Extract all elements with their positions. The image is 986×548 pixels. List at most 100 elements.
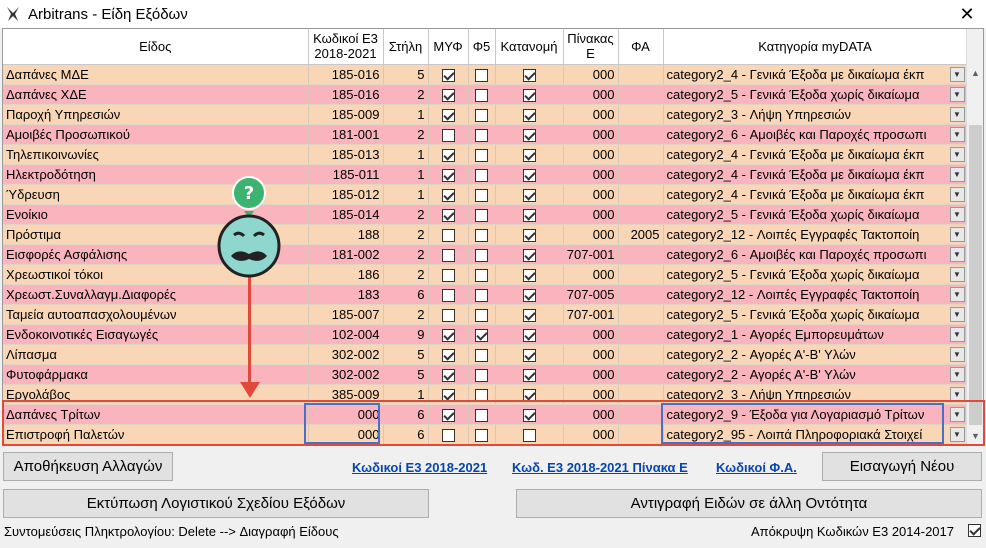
category-cell[interactable]: category2_1 - Αγορές Εμπορευμάτων ▼ xyxy=(663,324,968,345)
eidos-cell[interactable]: Επιστροφή Παλετών xyxy=(3,424,309,445)
fa-cell[interactable] xyxy=(618,364,664,385)
myf-checkbox[interactable] xyxy=(441,68,455,82)
chevron-down-icon[interactable]: ▼ xyxy=(949,166,965,182)
myf-checkbox[interactable] xyxy=(441,228,455,242)
stili-cell[interactable]: 2 xyxy=(383,204,429,225)
pinakas-cell[interactable]: 707-001 xyxy=(563,244,619,265)
chevron-down-icon[interactable]: ▼ xyxy=(949,86,965,102)
stili-cell[interactable]: 1 xyxy=(383,384,429,405)
eidos-cell[interactable]: Λίπασμα xyxy=(3,344,309,365)
category-cell[interactable]: category2_12 - Λοιπές Εγγραφές Τακτοποίη… xyxy=(663,224,968,245)
f5-checkbox[interactable] xyxy=(475,148,488,162)
code-cell[interactable]: 385-009 xyxy=(308,384,384,405)
chevron-down-icon[interactable]: ▼ xyxy=(949,266,965,282)
katanomi-checkbox[interactable] xyxy=(522,248,536,262)
category-cell[interactable]: category2_5 - Γενικά Έξοδα χωρίς δικαίωμ… xyxy=(663,304,968,325)
chevron-down-icon[interactable]: ▼ xyxy=(949,346,965,362)
code-cell[interactable]: 185-016 xyxy=(308,64,384,85)
category-cell[interactable]: category2_4 - Γενικά Έξοδα με δικαίωμα έ… xyxy=(663,64,968,85)
katanomi-checkbox[interactable] xyxy=(522,328,536,342)
f5-checkbox[interactable] xyxy=(475,368,488,382)
fa-cell[interactable] xyxy=(618,264,664,285)
chevron-down-icon[interactable]: ▼ xyxy=(949,66,965,82)
myf-checkbox[interactable] xyxy=(441,88,455,102)
copy-types-button[interactable]: Αντιγραφή Ειδών σε άλλη Οντότητα xyxy=(516,489,982,518)
category-cell[interactable]: category2_5 - Γενικά Έξοδα χωρίς δικαίωμ… xyxy=(663,204,968,225)
header-col-code[interactable]: Κωδικοί Ε3 2018-2021 xyxy=(308,29,384,65)
code-cell[interactable]: 000 xyxy=(308,424,384,445)
myf-checkbox[interactable] xyxy=(441,348,455,362)
table-row[interactable]: Εισφορές Ασφάλισης 181-002 2 707-001 categor… xyxy=(3,244,968,265)
eidos-cell[interactable]: Ταμεία αυτοαπασχολουμένων xyxy=(3,304,309,325)
f5-checkbox[interactable] xyxy=(475,328,488,342)
code-cell[interactable]: 188 xyxy=(308,224,384,245)
eidos-cell[interactable]: Αμοιβές Προσωπικού xyxy=(3,124,309,145)
f5-checkbox[interactable] xyxy=(475,428,488,442)
code-cell[interactable]: 185-009 xyxy=(308,104,384,125)
header-col-pinakas[interactable]: Πίνακας Ε xyxy=(563,29,619,65)
pinakas-cell[interactable]: 000 xyxy=(563,364,619,385)
pinakas-cell[interactable]: 000 xyxy=(563,224,619,245)
pinakas-cell[interactable]: 000 xyxy=(563,264,619,285)
katanomi-checkbox[interactable] xyxy=(522,308,536,322)
stili-cell[interactable]: 2 xyxy=(383,124,429,145)
stili-cell[interactable]: 1 xyxy=(383,104,429,125)
fa-cell[interactable] xyxy=(618,424,664,445)
category-cell[interactable]: category2_5 - Γενικά Έξοδα χωρίς δικαίωμ… xyxy=(663,84,968,105)
katanomi-checkbox[interactable] xyxy=(522,348,536,362)
fa-cell[interactable] xyxy=(618,104,664,125)
f5-checkbox[interactable] xyxy=(475,108,488,122)
table-row[interactable]: Αμοιβές Προσωπικού 181-001 2 000 category2_6… xyxy=(3,124,968,145)
code-cell[interactable]: 185-014 xyxy=(308,204,384,225)
katanomi-checkbox[interactable] xyxy=(522,368,536,382)
pinakas-cell[interactable]: 707-001 xyxy=(563,304,619,325)
stili-cell[interactable]: 1 xyxy=(383,144,429,165)
pinakas-cell[interactable]: 000 xyxy=(563,344,619,365)
katanomi-checkbox[interactable] xyxy=(522,428,536,442)
table-row[interactable]: Δαπάνες ΜΔΕ 185-016 5 000 category2_4 - Γενι… xyxy=(3,64,968,85)
category-cell[interactable]: category2_9 - Έξοδα για Λογαριασμό Τρίτω… xyxy=(663,404,968,425)
chevron-down-icon[interactable]: ▼ xyxy=(949,286,965,302)
myf-checkbox[interactable] xyxy=(441,268,455,282)
chevron-down-icon[interactable]: ▼ xyxy=(949,306,965,322)
myf-checkbox[interactable] xyxy=(441,288,455,302)
stili-cell[interactable]: 5 xyxy=(383,64,429,85)
fa-cell[interactable] xyxy=(618,304,664,325)
header-col-fa[interactable]: ΦΑ xyxy=(618,29,664,65)
f5-checkbox[interactable] xyxy=(475,308,488,322)
table-row[interactable]: Λίπασμα 302-002 5 000 category2_2 - Αγορές Α… xyxy=(3,344,968,365)
f5-checkbox[interactable] xyxy=(475,128,488,142)
print-chart-button[interactable]: Εκτύπωση Λογιστικού Σχεδίου Εξόδων xyxy=(3,489,429,518)
code-cell[interactable]: 185-013 xyxy=(308,144,384,165)
f5-checkbox[interactable] xyxy=(475,88,488,102)
f5-checkbox[interactable] xyxy=(475,228,488,242)
code-cell[interactable]: 185-007 xyxy=(308,304,384,325)
pinakas-cell[interactable]: 000 xyxy=(563,104,619,125)
katanomi-checkbox[interactable] xyxy=(522,268,536,282)
f5-checkbox[interactable] xyxy=(475,168,488,182)
category-cell[interactable]: category2_3 - Λήψη Υπηρεσιών ▼ xyxy=(663,104,968,125)
fa-cell[interactable] xyxy=(618,84,664,105)
myf-checkbox[interactable] xyxy=(441,368,455,382)
fa-cell[interactable] xyxy=(618,344,664,365)
eidos-cell[interactable]: Παροχή Υπηρεσιών xyxy=(3,104,309,125)
category-cell[interactable]: category2_2 - Αγορές Α'-Β' Υλών ▼ xyxy=(663,364,968,385)
code-cell[interactable]: 302-002 xyxy=(308,364,384,385)
code-cell[interactable]: 185-011 xyxy=(308,164,384,185)
katanomi-checkbox[interactable] xyxy=(522,128,536,142)
header-col-f5[interactable]: Φ5 xyxy=(468,29,496,65)
stili-cell[interactable]: 6 xyxy=(383,404,429,425)
katanomi-checkbox[interactable] xyxy=(522,208,536,222)
stili-cell[interactable]: 5 xyxy=(383,364,429,385)
category-cell[interactable]: category2_3 - Λήψη Υπηρεσιών ▼ xyxy=(663,384,968,405)
category-cell[interactable]: category2_5 - Γενικά Έξοδα χωρίς δικαίωμ… xyxy=(663,264,968,285)
table-row[interactable]: Φυτοφάρμακα 302-002 5 000 category2_2 - Αγορ… xyxy=(3,364,968,385)
table-row[interactable]: Χρεωστ.Συναλλαγμ.Διαφορές 183 6 707-005 cate… xyxy=(3,284,968,305)
myf-checkbox[interactable] xyxy=(441,188,455,202)
fa-cell[interactable]: 2005 xyxy=(618,224,664,245)
table-row[interactable]: Εργολάβος 385-009 1 000 category2_3 - Λήψη Υ… xyxy=(3,384,968,405)
chevron-down-icon[interactable]: ▼ xyxy=(949,406,965,422)
f5-checkbox[interactable] xyxy=(475,268,488,282)
fa-cell[interactable] xyxy=(618,404,664,425)
pinakas-cell[interactable]: 000 xyxy=(563,64,619,85)
